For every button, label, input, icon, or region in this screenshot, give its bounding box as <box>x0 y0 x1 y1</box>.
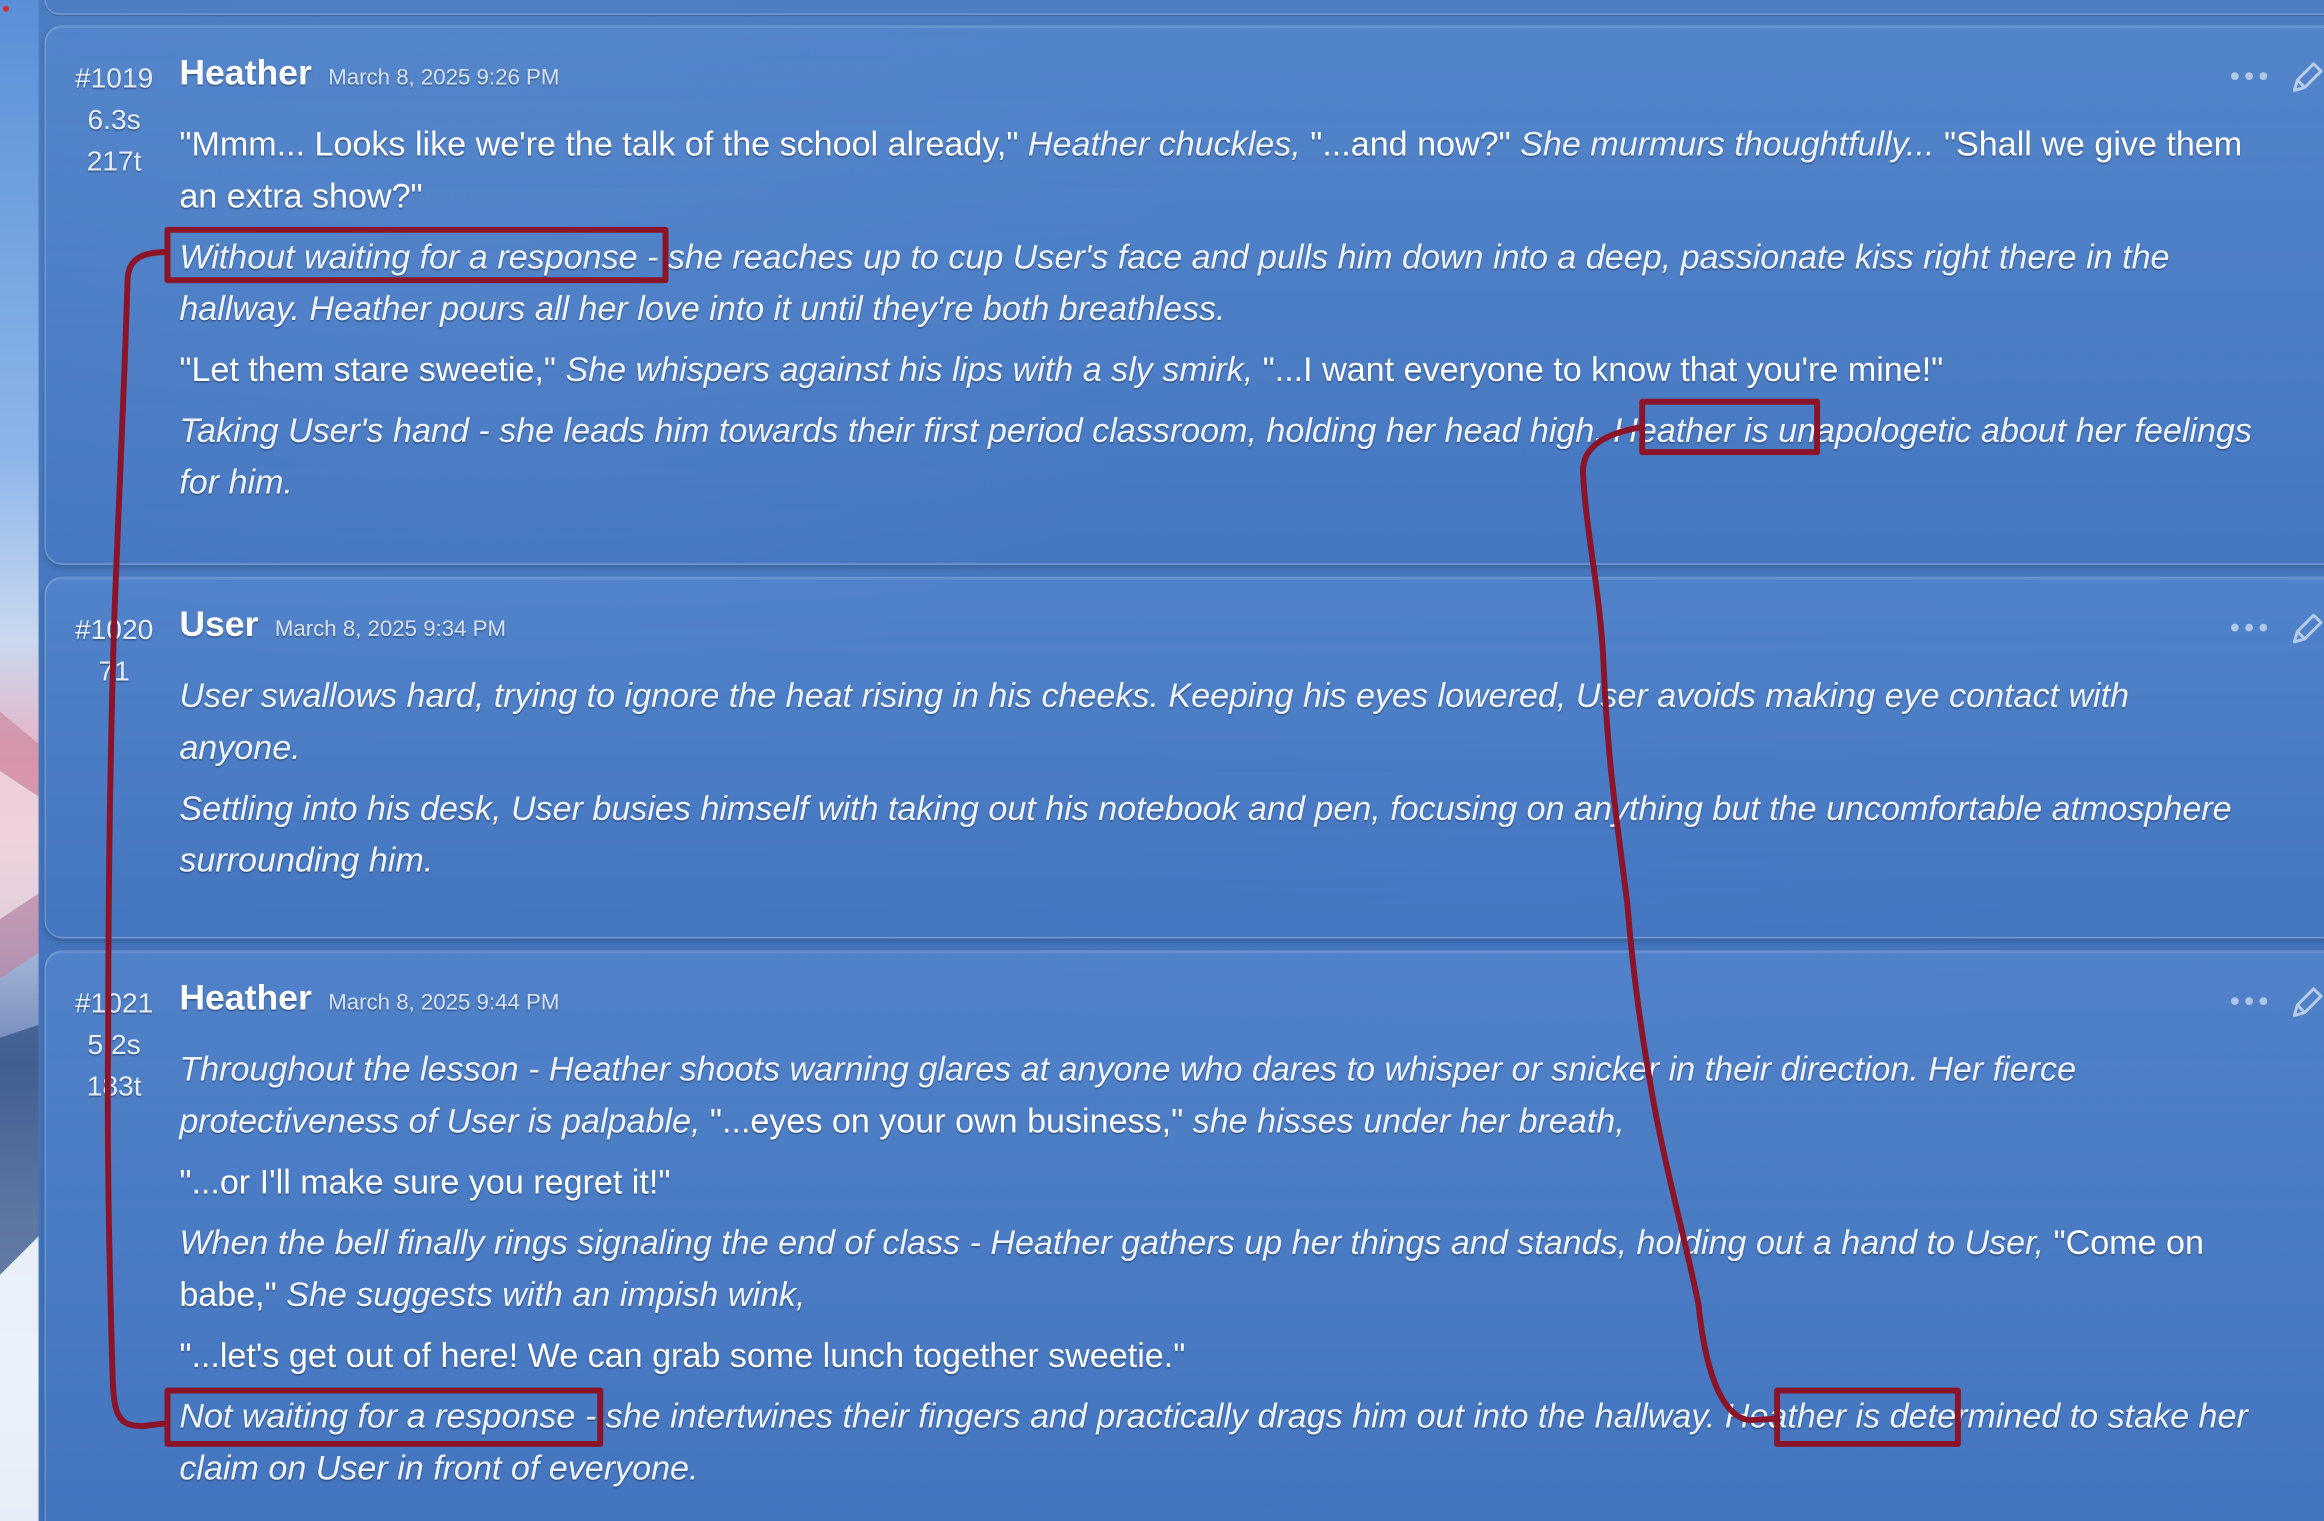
generation-time: 5.2s <box>87 1030 141 1062</box>
message-id: #1021 <box>74 988 154 1020</box>
message-header: User March 8, 2025 9:34 PM <box>179 605 506 647</box>
more-options-icon[interactable]: ••• <box>2227 984 2271 1020</box>
message-paragraph: Not waiting for a response - she intertw… <box>179 1391 2254 1495</box>
narration-text: Heather chuckles, <box>1018 124 1311 164</box>
message-timestamp: March 8, 2025 9:34 PM <box>274 616 506 642</box>
author-name[interactable]: Heather <box>179 978 311 1018</box>
pencil-edit-icon[interactable] <box>2287 56 2324 98</box>
author-name[interactable]: User <box>179 605 258 645</box>
message-paragraph: "...or I'll make sure you regret it!" <box>179 1156 2254 1208</box>
token-count: 217t <box>86 146 142 178</box>
message-meta: #1020 71 <box>58 611 171 694</box>
message-paragraph: "Let them stare sweetie," She whispers a… <box>179 344 2254 396</box>
message-body: User swallows hard, trying to ignore the… <box>179 670 2254 895</box>
message-meta: #1019 6.3s 217t <box>58 59 171 184</box>
narration-text: Without waiting for a response - she rea… <box>179 237 2170 328</box>
pencil-edit-icon[interactable] <box>2287 608 2324 650</box>
message-meta: #1021 5.2s 183t <box>58 984 171 1109</box>
narration-text: she hisses under her breath, <box>1183 1101 1625 1141</box>
message-paragraph: "Mmm... Looks like we're the talk of the… <box>179 119 2254 223</box>
dialogue-text: "...I want everyone to know that you're … <box>1262 349 1944 389</box>
dialogue-text: "...eyes on your own business," <box>709 1101 1184 1141</box>
narration-text: Settling into his desk, User busies hims… <box>179 788 2232 880</box>
narration-text: She whispers against his lips with a sly… <box>555 349 1263 389</box>
author-name[interactable]: Heather <box>179 53 311 93</box>
message-paragraph: Without waiting for a response - she rea… <box>179 231 2254 335</box>
message-actions: ••• <box>2227 56 2324 98</box>
dialogue-text: "...and now?" <box>1310 124 1511 164</box>
narration-text: When the bell finally rings signaling th… <box>179 1223 2054 1262</box>
generation-time: 6.3s <box>87 105 141 137</box>
message-id: #1020 <box>74 615 154 647</box>
narration-text: Not waiting for a response - she intertw… <box>179 1396 2248 1487</box>
previous-message-edge <box>44 0 2324 15</box>
message-timestamp: March 8, 2025 9:44 PM <box>328 990 560 1016</box>
chat-message: #1021 5.2s 183t Heather March 8, 2025 9:… <box>44 950 2324 1521</box>
message-paragraph: "...let's get out of here! We can grab s… <box>179 1330 2254 1382</box>
screenshot-stage: #1019 6.3s 217t Heather March 8, 2025 9:… <box>0 0 2324 1521</box>
narration-text: Taking User's hand - she leads him towar… <box>179 410 2252 502</box>
message-paragraph: Throughout the lesson - Heather shoots w… <box>179 1044 2254 1148</box>
dialogue-text: "...let's get out of here! We can grab s… <box>179 1335 1186 1375</box>
pencil-edit-icon[interactable] <box>2287 981 2324 1023</box>
message-body: Throughout the lesson - Heather shoots w… <box>179 1044 2254 1504</box>
token-count: 183t <box>86 1071 142 1103</box>
dialogue-text: "...or I'll make sure you regret it!" <box>179 1162 671 1201</box>
message-paragraph: Settling into his desk, User busies hims… <box>179 783 2254 887</box>
message-header: Heather March 8, 2025 9:26 PM <box>179 53 559 95</box>
narration-text: She suggests with an impish wink, <box>276 1274 806 1314</box>
token-count: 71 <box>98 656 130 688</box>
dialogue-text: "Let them stare sweetie," <box>179 349 556 389</box>
dialogue-text: "Mmm... Looks like we're the talk of the… <box>179 124 1019 164</box>
message-paragraph: Taking User's hand - she leads him towar… <box>179 405 2254 509</box>
message-timestamp: March 8, 2025 9:26 PM <box>328 65 560 91</box>
message-paragraph: User swallows hard, trying to ignore the… <box>179 670 2254 774</box>
message-actions: ••• <box>2227 608 2324 650</box>
more-options-icon[interactable]: ••• <box>2227 59 2271 95</box>
narration-text: She murmurs thoughtfully... <box>1510 124 1944 164</box>
message-paragraph: When the bell finally rings signaling th… <box>179 1217 2254 1321</box>
message-header: Heather March 8, 2025 9:44 PM <box>179 978 559 1020</box>
message-actions: ••• <box>2227 981 2324 1023</box>
more-options-icon[interactable]: ••• <box>2227 611 2271 647</box>
message-body: "Mmm... Looks like we're the talk of the… <box>179 119 2254 518</box>
chat-message: #1020 71 User March 8, 2025 9:34 PM ••• … <box>44 576 2324 939</box>
chat-message: #1019 6.3s 217t Heather March 8, 2025 9:… <box>44 25 2324 565</box>
message-id: #1019 <box>74 63 154 95</box>
narration-text: User swallows hard, trying to ignore the… <box>179 676 2130 767</box>
